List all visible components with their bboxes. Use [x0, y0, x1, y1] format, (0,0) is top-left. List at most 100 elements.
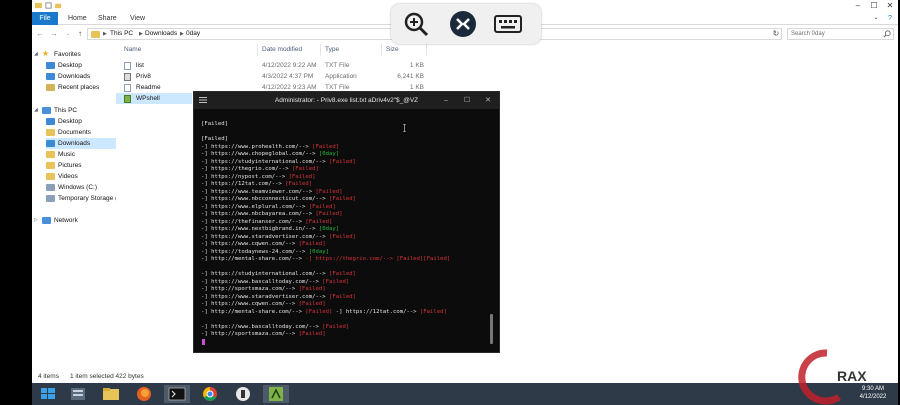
terminal-text: -] https://12tat.com/--> — [332, 308, 420, 315]
up-button[interactable]: ↑ — [75, 29, 85, 39]
terminal-minimize-button[interactable]: – — [439, 92, 453, 109]
terminal-text: -] http://mental-share.com/--> — [201, 256, 306, 262]
breadcrumb-this-pc[interactable]: This PC — [110, 29, 133, 39]
chevron-right-icon[interactable]: ▷ — [34, 215, 38, 226]
nav-item-temporary-storage[interactable]: Temporary Storage ( — [46, 193, 116, 204]
remote-desktop-icon[interactable] — [448, 9, 478, 39]
terminal-text: -] https://nypost.com/--> — [201, 173, 289, 180]
start-button-icon[interactable] — [35, 385, 61, 403]
back-button[interactable]: ← — [35, 29, 45, 39]
column-header-size[interactable]: Size — [382, 44, 427, 56]
terminal-maximize-button[interactable]: ☐ — [460, 92, 474, 109]
terminal-text: -] https://www.bascalltoday.com/--> — [201, 278, 323, 285]
help-icon[interactable]: ? — [882, 12, 898, 25]
terminal-text: -] https://studyinternational.com/--> — [201, 271, 329, 277]
chevron-right-icon[interactable]: ▶ — [180, 29, 184, 39]
nav-item-documents[interactable]: Documents — [46, 127, 116, 138]
file-row-wpshell[interactable]: WPshell — [116, 93, 192, 104]
file-row-list[interactable]: list 4/12/2022 9:22 AM TXT File 1 KB — [116, 60, 426, 71]
file-type: Application — [325, 73, 357, 80]
nav-item-music[interactable]: Music — [46, 149, 116, 160]
terminal-line: -] https://www.nbcconnecticut.com/--> [F… — [201, 196, 496, 204]
letterbox-left — [0, 0, 32, 405]
terminal-text: -] https://www.elplural.com/--> — [201, 203, 309, 210]
nav-network[interactable]: Network — [42, 215, 116, 226]
file-explorer-icon[interactable] — [98, 385, 124, 403]
tab-view[interactable]: View — [130, 12, 145, 25]
close-button[interactable]: ✕ — [882, 0, 898, 12]
search-input[interactable]: Search 0day — [787, 28, 894, 40]
terminal-text: [Failed] — [322, 278, 350, 285]
svg-text:RAX: RAX — [837, 368, 867, 384]
terminal-line: [Failed] — [201, 121, 496, 129]
tab-home[interactable]: Home — [68, 12, 87, 25]
breadcrumb-downloads[interactable]: Downloads — [145, 29, 177, 39]
maximize-button[interactable]: ☐ — [866, 0, 882, 12]
terminal-text: [Failed] — [315, 211, 343, 217]
nav-item-pc-desktop[interactable]: Desktop — [46, 116, 116, 127]
terminal-close-button[interactable]: ✕ — [481, 92, 495, 109]
minimize-button[interactable]: – — [850, 0, 866, 12]
nav-item-windows-c[interactable]: Windows (C:) — [46, 182, 116, 193]
pulse-secure-icon[interactable] — [230, 385, 256, 403]
new-folder-icon[interactable] — [55, 2, 62, 9]
downloads-icon — [46, 73, 55, 80]
status-bar: 4 items 1 item selected 422 bytes — [32, 371, 898, 383]
server-manager-icon[interactable] — [65, 385, 91, 403]
priv8-app-icon[interactable] — [263, 385, 289, 403]
column-header-type[interactable]: Type — [321, 44, 382, 56]
tab-share[interactable]: Share — [98, 12, 117, 25]
refresh-icon[interactable]: ↻ — [770, 29, 782, 39]
nav-this-pc[interactable]: This PC — [42, 105, 116, 116]
application-icon — [124, 73, 131, 81]
terminal-line: -] https://www.prohealth.com/--> [Failed… — [201, 144, 496, 152]
terminal-line: -] https://www.bascalltoday.com/--> [Fai… — [201, 324, 496, 332]
terminal-line: -] https://thegrio.com/--> [Failed] — [201, 166, 496, 174]
nav-item-recent-places[interactable]: Recent places — [46, 82, 116, 93]
firefox-icon[interactable] — [131, 385, 157, 403]
file-row-priv8[interactable]: Priv8 4/3/2022 4:37 PM Application 6,241… — [116, 71, 426, 82]
remote-toolbar — [391, 4, 541, 44]
terminal-cursor — [202, 339, 205, 345]
properties-icon[interactable] — [45, 2, 52, 9]
tab-file[interactable]: File — [32, 12, 58, 25]
terminal-scrollbar[interactable] — [490, 314, 493, 344]
terminal-text: [0day] — [318, 226, 340, 232]
column-header-name[interactable]: Name — [120, 44, 258, 56]
chevron-down-icon[interactable]: ◢ — [34, 105, 38, 116]
nav-favorites[interactable]: ★ Favorites — [42, 49, 116, 60]
nav-item-pc-downloads[interactable]: Downloads — [46, 138, 116, 149]
terminal-line: -] https://todaynews-24.com/--> [0day] — [201, 249, 496, 257]
column-header-date[interactable]: Date modified — [258, 44, 321, 56]
chevron-down-icon[interactable]: ◢ — [34, 49, 38, 60]
forward-button[interactable]: → — [49, 29, 59, 39]
recent-locations-icon[interactable]: ⌄ — [63, 29, 73, 39]
nav-item-pictures[interactable]: Pictures — [46, 160, 116, 171]
terminal-output[interactable]: [Failed] [Failed] -] https://www.prohealth… — [201, 121, 496, 346]
search-placeholder: Search 0day — [791, 31, 825, 37]
terminal-window[interactable]: Administrator: - Priv8.exe list.txt aDri… — [193, 91, 500, 353]
terminal-text: [Failed] — [201, 121, 228, 127]
text-cursor-icon — [403, 124, 406, 132]
terminal-text: [Failed] — [308, 203, 336, 210]
terminal-text: -] https://todaynews-24.com/--> — [201, 248, 309, 255]
terminal-line: -] https://www.nextbigbrand.in/--> [0day… — [201, 226, 496, 234]
recent-places-icon — [46, 84, 55, 91]
text-file-icon — [124, 84, 131, 92]
zoom-in-icon[interactable] — [401, 9, 431, 39]
file-name: Priv8 — [136, 73, 151, 80]
nav-item-downloads[interactable]: Downloads — [46, 71, 116, 82]
search-icon — [883, 30, 891, 38]
terminal-line: -] https://12tat.com/--> [Failed] — [201, 181, 496, 189]
chrome-icon[interactable] — [197, 385, 223, 403]
chevron-right-icon[interactable]: ▶ — [139, 29, 143, 39]
nav-item-videos[interactable]: Videos — [46, 171, 116, 182]
keyboard-icon[interactable] — [493, 9, 523, 39]
terminal-icon[interactable] — [164, 385, 190, 403]
selection-info: 1 item selected 422 bytes — [70, 373, 144, 380]
nav-item-desktop[interactable]: Desktop — [46, 60, 116, 71]
terminal-line: -] http://sportsmaza.com/--> [Failed] — [201, 286, 496, 294]
breadcrumb-0day[interactable]: 0day — [186, 29, 200, 39]
